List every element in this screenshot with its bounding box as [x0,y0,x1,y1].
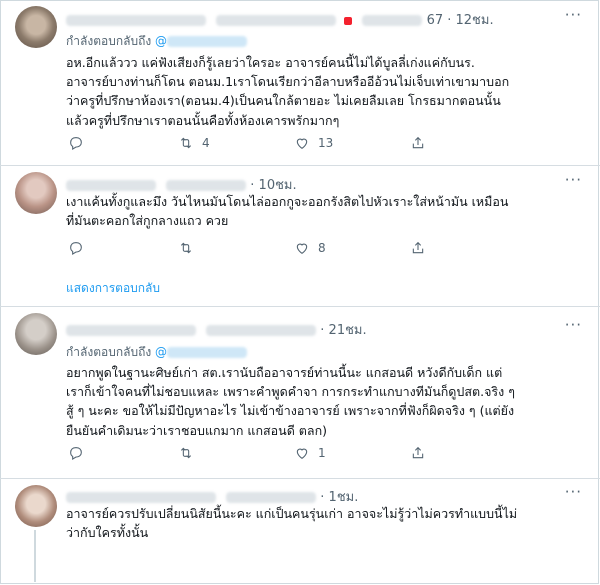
retweet-icon [180,447,192,459]
author-handle[interactable] [166,180,247,191]
timestamp[interactable]: · 21ชม. [320,323,366,338]
tweet-header: · 21ชม. [66,319,367,338]
more-icon[interactable]: ··· [565,171,582,189]
tweet-line: เงาแค้นทั้งกูและมึง วันไหนมันโดนไล่ออกกู… [66,194,509,209]
mention-name [167,36,248,47]
author-handle[interactable] [206,325,317,336]
avatar[interactable] [15,172,57,214]
retweet-icon [180,242,192,254]
author-name[interactable] [66,492,216,503]
tweet-line: ที่มันตะคอกใส่กูกลางแถว ควย [66,213,229,229]
tweet-actions: 4 13 [66,135,486,155]
more-icon[interactable]: ··· [565,6,582,24]
mention-at: @ [155,345,168,359]
reply-icon [70,137,82,150]
timestamp[interactable]: · 12ชม. [447,13,493,28]
tweet-line: ว่ากับใครทั้งนั้น [66,525,149,541]
author-handle[interactable] [226,492,317,503]
mention-link[interactable]: @ [155,345,248,359]
show-replies-link[interactable]: แสดงการตอบกลับ [66,279,160,298]
reply-button[interactable] [68,240,84,256]
avatar[interactable] [15,313,57,355]
like-count: 13 [318,136,334,150]
replying-label: กำลังตอบกลับถึง [66,345,152,359]
reply-button[interactable] [68,135,84,151]
author-name[interactable] [66,180,156,191]
retweet-button[interactable] [178,445,202,461]
retweet-count: 4 [202,136,210,150]
divider [0,165,600,166]
share-icon [412,446,424,459]
tweet-line: อาจารย์บางท่านก็โดน ตอนม.1เราโดนเรียกว่า… [66,74,510,90]
heart-icon [296,448,308,459]
tweet-text: เงาแค้นทั้งกูและมึง วันไหนมันโดนไล่ออกกู… [66,192,581,230]
tweet-header: · 10ชม. [66,174,297,193]
tweet-header: 67 · 12ชม. [66,9,494,28]
like-button[interactable]: 13 [294,135,333,151]
replying-to: กำลังตอบกลับถึง @ [66,343,248,362]
reply-button[interactable] [68,445,84,461]
tweet-line: อาจารย์ควรปรับเปลี่ยนนิสัยนี้นะคะ แก่เป็… [66,506,518,521]
tweet-text: อห.อีกแล้ววว แค่ฟังเสียงก็รู้เลยว่าใครอะ… [66,53,581,130]
avatar[interactable] [15,485,57,527]
author-handle[interactable] [216,15,337,26]
flag-icon [344,16,353,25]
author-name[interactable] [66,325,196,336]
share-icon [412,241,424,254]
avatar[interactable] [15,6,57,48]
like-count: 1 [318,446,326,460]
replying-to: กำลังตอบกลับถึง @ [66,32,248,51]
tweet-line: อห.อีกแล้ววว แค่ฟังเสียงก็รู้เลยว่าใครอะ… [66,55,475,70]
more-icon[interactable]: ··· [565,316,582,334]
tweet-line: ยืนยันคำเดิมนะว่าเราชอบแกมาก แกสอนดี ตลก… [66,422,328,438]
handle-fragment: 67 [426,13,444,28]
mention-at: @ [155,34,168,48]
share-button[interactable] [410,135,426,151]
author-name[interactable] [66,15,206,26]
timestamp[interactable]: · 10ชม. [250,178,296,193]
tweet-line: อยากพูดในฐานะศิษย์เก่า สต.เรานับถืออาจาร… [66,365,503,380]
tweet-line: ว่าครูที่ปรึกษาห้องเรา(ตอนม.4)เป็นคนใกล้… [66,93,501,109]
like-count: 8 [318,241,326,255]
thread-line [34,530,36,582]
tweet-actions: 1 [66,445,486,465]
more-icon[interactable]: ··· [565,483,582,501]
like-button[interactable]: 1 [294,445,326,461]
tweet-line: สู้ ๆ นะคะ ขอให้ไม่มีปัญหาอะไร ไม่เข้าข้… [66,403,515,419]
mention-name [167,347,248,358]
tweet-line: แล้วครูที่ปรึกษาเราตอนนั้นคือทั้งห้องเคา… [66,112,340,128]
tweet-line: เราก็เข้าใจคนที่ไม่ชอบแหละ เพราะคำพูดคำจ… [66,384,515,400]
replying-label: กำลังตอบกลับถึง [66,34,152,48]
divider [0,478,600,479]
retweet-button[interactable] [178,240,202,256]
divider [0,306,600,307]
reply-icon [70,447,82,460]
share-icon [412,136,424,149]
timestamp[interactable]: · 1ชม. [320,490,358,505]
mention-link[interactable]: @ [155,34,248,48]
retweet-icon [180,137,192,149]
tweet-text: อยากพูดในฐานะศิษย์เก่า สต.เรานับถืออาจาร… [66,363,581,440]
blurred-handle-tail [362,15,423,26]
retweet-button[interactable]: 4 [178,135,210,151]
share-button[interactable] [410,445,426,461]
tweet-actions: 8 [66,240,486,260]
heart-icon [296,138,308,149]
tweet-text: อาจารย์ควรปรับเปลี่ยนนิสัยนี้นะคะ แก่เป็… [66,504,581,542]
share-button[interactable] [410,240,426,256]
reply-icon [70,242,82,255]
tweet-header: · 1ชม. [66,486,358,505]
like-button[interactable]: 8 [294,240,326,256]
heart-icon [296,243,308,254]
